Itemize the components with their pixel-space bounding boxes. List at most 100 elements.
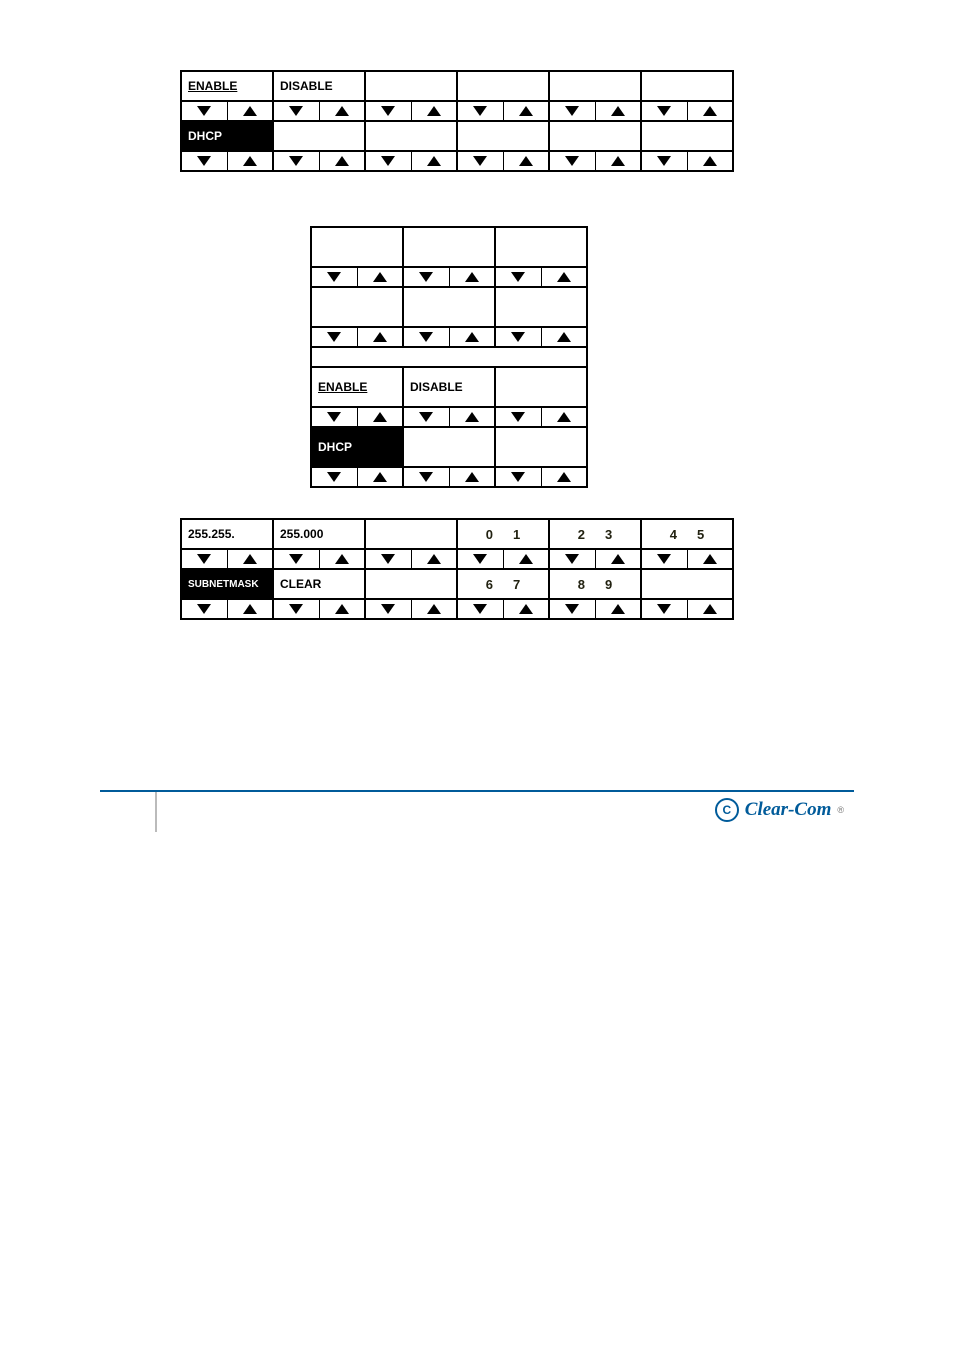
- panel3-cell-r0c0: 255.255.: [180, 518, 274, 550]
- panel3-cell-r1c5: [640, 568, 734, 600]
- up-icon: [557, 472, 571, 482]
- panel2-cell-r4c1: [402, 426, 496, 468]
- up-icon: [243, 156, 257, 166]
- down-icon: [289, 604, 303, 614]
- panel3-cell-r1c1: CLEAR: [272, 568, 366, 600]
- down-icon: [381, 106, 395, 116]
- up-icon: [335, 106, 349, 116]
- footer-divider: [155, 792, 157, 832]
- down-icon: [381, 604, 395, 614]
- up-icon: [427, 604, 441, 614]
- panel1-btncell-r0c0: [180, 100, 274, 122]
- panel1-btncell-r0c4: [548, 100, 642, 122]
- panel1-cell-r0c0: ENABLE: [180, 70, 274, 102]
- panel1-cell-r0c5: [640, 70, 734, 102]
- down-icon: [511, 272, 525, 282]
- down-icon: [657, 156, 671, 166]
- panel2-separator: [310, 346, 588, 368]
- down-icon: [473, 156, 487, 166]
- panel-3: 255.255. 255.000 01 23 45 SUBNETMASK CLE…: [180, 518, 748, 620]
- panel2-btncell-r0c2: [494, 266, 588, 288]
- panel1-btncell-r0c2: [364, 100, 458, 122]
- up-icon: [557, 412, 571, 422]
- panel3-btncell-r0c5: [640, 548, 734, 570]
- panel1-btncell-r1c4: [548, 150, 642, 172]
- panel3-cell-r1c0: SUBNETMASK: [180, 568, 274, 600]
- down-icon: [657, 554, 671, 564]
- down-icon: [381, 554, 395, 564]
- panel1-cell-r1c1: [272, 120, 366, 152]
- panel2-btncell-r0c0: [310, 266, 404, 288]
- up-icon: [519, 106, 533, 116]
- down-icon: [473, 106, 487, 116]
- panel2-btnrow-0: [310, 268, 596, 288]
- down-icon: [419, 412, 433, 422]
- up-icon: [335, 604, 349, 614]
- down-icon: [197, 604, 211, 614]
- panel3-btncell-r0c1: [272, 548, 366, 570]
- panel2-cell-r3c1: DISABLE: [402, 366, 496, 408]
- panel2-cell-r3c2: [494, 366, 588, 408]
- panel3-btncell-r1c5: [640, 598, 734, 620]
- digit-2: 2: [578, 527, 585, 542]
- up-icon: [611, 554, 625, 564]
- panel2-btnrow-4: [310, 468, 596, 488]
- panel1-btncell-r1c1: [272, 150, 366, 172]
- panel3-btncell-r1c4: [548, 598, 642, 620]
- digit-0: 0: [486, 527, 493, 542]
- panel1-cell-r0c4: [548, 70, 642, 102]
- down-icon: [381, 156, 395, 166]
- panel1-btncell-r1c2: [364, 150, 458, 172]
- panel2-btncell-r4c2: [494, 466, 588, 488]
- up-icon: [243, 604, 257, 614]
- panel2-btncell-r1c1: [402, 326, 496, 348]
- down-icon: [657, 106, 671, 116]
- down-icon: [473, 554, 487, 564]
- panel3-cell-r0c1: 255.000: [272, 518, 366, 550]
- brand-icon: C: [715, 798, 739, 822]
- page-footer: C Clear-Com ®: [100, 790, 854, 832]
- panel2-cell-r4c2: [494, 426, 588, 468]
- trademark-icon: ®: [837, 805, 844, 815]
- panel1-cell-r0c3: [456, 70, 550, 102]
- panel2-btnrow-3: [310, 408, 596, 428]
- up-icon: [611, 156, 625, 166]
- down-icon: [511, 472, 525, 482]
- up-icon: [243, 106, 257, 116]
- up-icon: [519, 156, 533, 166]
- panel2-btncell-r3c1: [402, 406, 496, 428]
- panel1-btncell-r1c5: [640, 150, 734, 172]
- down-icon: [327, 272, 341, 282]
- up-icon: [335, 554, 349, 564]
- panel1-btncell-r0c5: [640, 100, 734, 122]
- down-icon: [197, 554, 211, 564]
- down-icon: [327, 332, 341, 342]
- up-icon: [465, 272, 479, 282]
- panel2-cell-r1c0: [310, 286, 404, 328]
- panel2-btncell-r3c2: [494, 406, 588, 428]
- panel1-cell-r0c2: [364, 70, 458, 102]
- panel1-cell-r1c5: [640, 120, 734, 152]
- panel1-btncell-r0c1: [272, 100, 366, 122]
- down-icon: [197, 156, 211, 166]
- panel2-btncell-r1c2: [494, 326, 588, 348]
- panel3-btncell-r1c1: [272, 598, 366, 620]
- panel3-cell-r0c3: 01: [456, 518, 550, 550]
- up-icon: [373, 472, 387, 482]
- panel2-cell-r3c0: ENABLE: [310, 366, 404, 408]
- panel1-cell-r0c1: DISABLE: [272, 70, 366, 102]
- brand-name: Clear-Com: [745, 799, 832, 821]
- down-icon: [511, 412, 525, 422]
- digit-3: 3: [605, 527, 612, 542]
- up-icon: [557, 332, 571, 342]
- down-icon: [419, 332, 433, 342]
- panel2-btncell-r4c0: [310, 466, 404, 488]
- panel-2: ENABLE DISABLE DHCP: [310, 226, 596, 488]
- up-icon: [703, 554, 717, 564]
- up-icon: [557, 272, 571, 282]
- panel1-cell-r1c3: [456, 120, 550, 152]
- up-icon: [373, 332, 387, 342]
- digit-1: 1: [513, 527, 520, 542]
- down-icon: [565, 156, 579, 166]
- up-icon: [519, 604, 533, 614]
